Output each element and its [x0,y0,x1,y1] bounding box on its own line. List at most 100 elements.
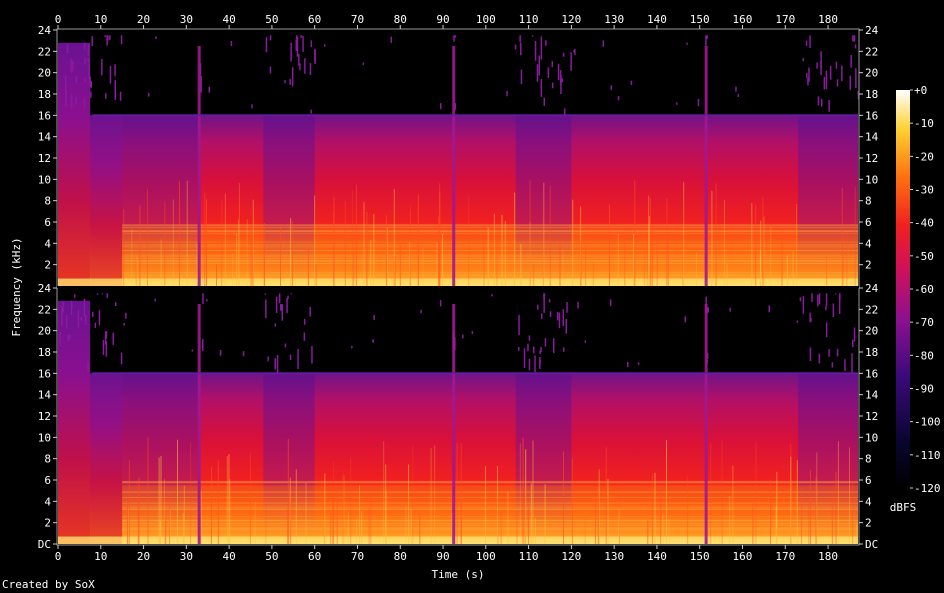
x-tick-label-top: 120 [561,13,581,26]
onset-streak [224,193,226,286]
hf-burst [278,293,281,304]
hf-dot [706,359,708,364]
onset-streak [350,457,352,544]
harmonic-line [122,241,858,243]
hf-burst [89,76,91,88]
hf-burst [836,79,839,87]
hf-burst [799,297,802,302]
y-tick-label-right: 14 [865,389,879,402]
y-tick-label-right: 16 [865,367,878,380]
hf-dot [219,350,222,356]
onset-streak [532,440,534,544]
onset-streak [598,469,600,544]
onset-streak [410,509,412,544]
hf-burst [101,58,103,76]
onset-streak [206,198,207,286]
onset-streak [127,500,129,544]
y-tick-label-left: 10 [38,431,51,444]
hf-dot [551,61,553,68]
onset-streak [715,183,717,286]
onset-streak [790,456,792,544]
hf-burst [297,349,299,369]
hf-dot [805,40,808,46]
x-axis-label: Time (s) [432,568,485,581]
y-tick-label-left: 2 [44,259,51,272]
x-tick-label-top: 140 [647,13,667,26]
onset-streak [595,501,596,544]
hf-burst [706,35,708,39]
x-tick-label-top: 10 [94,13,107,26]
x-tick-label-top: 100 [476,13,496,26]
onset-streak [238,183,240,286]
onset-streak [607,478,609,544]
harmonic-line [122,520,858,522]
onset-streak [399,244,401,286]
onset-streak [849,447,850,544]
colorbar-tick-label: -110 [914,449,941,462]
colorbar-tick-label: -90 [914,383,934,396]
hf-burst [563,108,566,115]
onset-streak [837,441,839,544]
hf-burst [87,43,90,56]
hf-burst [70,58,72,74]
y-tick-label-right: 20 [865,67,878,80]
hf-dot [854,44,857,49]
x-tick-label-bottom: 60 [308,550,321,563]
y-tick-label-right: 2 [865,259,872,272]
y-tick-label-right: 6 [865,474,872,487]
onset-streak [263,257,265,286]
onset-streak [668,518,670,544]
hf-burst [115,302,117,306]
x-tick-label-bottom: 140 [647,550,667,563]
hf-burst [284,343,287,348]
hf-burst [90,91,92,98]
onset-streak [605,447,607,544]
spectrogram-chart: 0 0 10 10 20 20 30 30 40 40 50 50 60 60 70 70 80 80 90 90 10… [10,13,941,581]
harmonic-line [122,491,858,493]
hf-dot [439,300,442,307]
hf-burst [850,54,852,68]
hf-burst [558,312,561,329]
hf-burst [83,98,86,108]
onset-streak [280,224,281,286]
y-tick-label-right: 18 [865,346,878,359]
x-tick-label-bottom: 20 [137,550,150,563]
onset-streak [835,471,837,544]
onset-streak [696,252,697,286]
hf-dot [573,49,575,53]
y-tick-label-left: 18 [38,88,51,101]
x-tick-label-top: 170 [775,13,795,26]
hf-burst [811,293,813,302]
onset-streak [246,219,248,286]
onset-streak [368,507,370,544]
y-tick-label-right: 2 [865,517,872,530]
hf-burst [269,66,272,74]
x-tick-label-bottom: 120 [561,550,581,563]
hf-burst [543,97,545,106]
onset-streak [534,518,536,544]
onset-streak [646,233,648,286]
hf-dot [362,62,364,65]
onset-streak [287,508,289,544]
onset-streak [710,442,712,544]
hf-burst [101,293,103,295]
onset-streak [351,191,353,286]
y-tick-label-left: 16 [38,367,51,380]
onset-streak [666,198,668,286]
onset-streak [343,475,345,544]
onset-streak [683,182,685,286]
colorbar-tick-label: -60 [914,283,934,296]
y-tick-label-left: 10 [38,173,51,186]
hf-burst [274,358,276,370]
onset-streak [412,445,414,544]
hf-burst [561,78,564,83]
y-tick-label-left: 22 [38,45,51,58]
hf-dot [609,299,612,307]
y-tick-label-right: 6 [865,216,872,229]
hf-dot [528,335,531,341]
x-tick-label-bottom: 10 [94,550,107,563]
hf-burst [841,65,843,82]
y-tick-label-left: 20 [38,325,51,338]
hf-burst [553,338,555,353]
hf-burst [303,332,306,341]
